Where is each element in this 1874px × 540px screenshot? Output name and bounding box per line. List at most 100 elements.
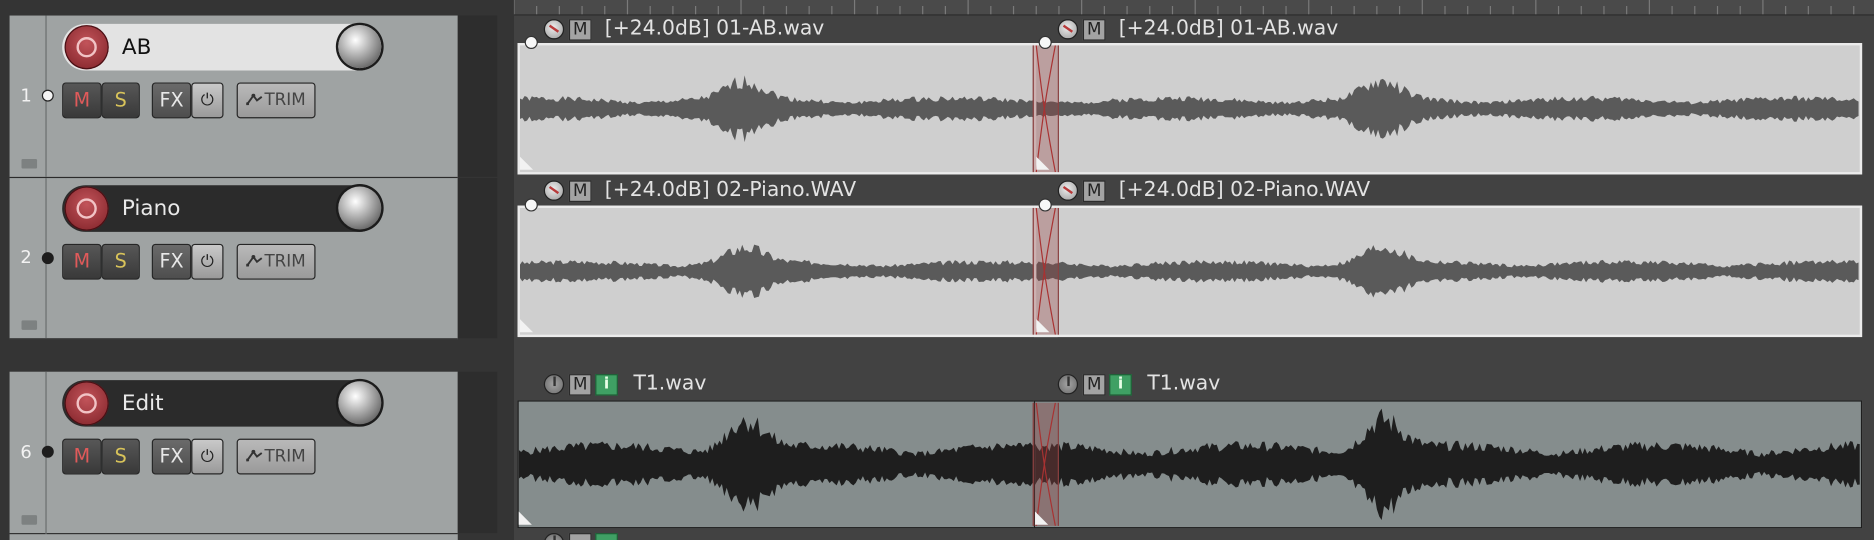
crossfade-region[interactable]	[1032, 207, 1059, 335]
solo-button[interactable]: S	[101, 243, 140, 280]
item-info-icon[interactable]: i	[1109, 374, 1132, 396]
waveform	[518, 417, 1057, 512]
item-corner-marker	[519, 156, 534, 170]
item-mute-button[interactable]: M	[1082, 180, 1106, 202]
item-corner-marker	[519, 319, 534, 333]
fx-button[interactable]: FX	[151, 82, 192, 119]
envelope-icon	[246, 93, 263, 106]
track-name-bar[interactable]: Edit	[62, 380, 383, 427]
record-arm-icon[interactable]	[64, 25, 109, 70]
envelope-icon	[246, 255, 263, 267]
mute-button[interactable]: M	[62, 243, 102, 280]
crossfade-curves	[1035, 45, 1056, 173]
fx-button[interactable]: FX	[151, 438, 192, 475]
folder-icon[interactable]	[21, 320, 38, 330]
timeline-ruler[interactable]	[513, 0, 1874, 16]
crossfade-region[interactable]	[1032, 402, 1059, 526]
waveform	[519, 244, 1056, 298]
media-item-ab-right[interactable]	[1033, 43, 1863, 175]
fx-bypass-button[interactable]: ⏻	[191, 438, 224, 475]
waveform-shape	[519, 244, 1056, 298]
folder-icon[interactable]	[21, 158, 38, 169]
track-number: 2	[20, 246, 32, 268]
item-label: [+24.0dB] 01-AB.wav	[604, 16, 825, 41]
mute-button[interactable]: M	[62, 438, 102, 475]
media-item-ab-left[interactable]	[517, 43, 1058, 175]
power-icon: ⏻	[200, 90, 214, 110]
trim-envelope-button[interactable]: TRIM	[236, 438, 316, 475]
media-item-piano-right[interactable]	[1033, 205, 1863, 338]
waveform	[519, 75, 1056, 143]
media-item-piano-left[interactable]	[517, 205, 1058, 338]
track-name[interactable]: AB	[122, 35, 151, 60]
crossfade-curve	[1035, 45, 1056, 173]
waveform-shape	[1036, 245, 1859, 298]
trim-envelope-button[interactable]: TRIM	[236, 243, 316, 280]
track-name-bar[interactable]: Piano	[62, 185, 383, 232]
item-mute-button[interactable]: M	[1082, 374, 1106, 396]
envelope-icon	[246, 449, 263, 462]
waveform	[1036, 78, 1859, 139]
solo-button[interactable]: S	[101, 438, 140, 475]
item-label: T1.wav	[1147, 371, 1221, 396]
fx-bypass-button[interactable]: ⏻	[191, 82, 224, 119]
track-panel-spacer	[457, 15, 498, 177]
item-header: M i T1.wav	[543, 371, 1046, 400]
trim-label: TRIM	[264, 90, 306, 110]
waveform-shape	[519, 75, 1056, 143]
crossfade-curves	[1035, 207, 1056, 335]
item-label: T1.wav	[633, 371, 707, 396]
fade-in-handle[interactable]	[1038, 198, 1052, 212]
crossfade-region[interactable]	[1032, 45, 1059, 173]
track-name[interactable]: Edit	[122, 391, 164, 416]
item-volume-knob-icon[interactable]	[543, 374, 565, 395]
media-item-edit-left[interactable]	[517, 400, 1058, 529]
fade-in-handle[interactable]	[524, 35, 538, 50]
track-indicator	[41, 252, 54, 265]
crossfade-curve	[1035, 207, 1056, 335]
volume-knob-icon[interactable]	[338, 25, 382, 69]
item-header: M [+24.0dB] 02-Piano.WAV	[1057, 177, 1560, 206]
item-volume-knob-icon[interactable]	[543, 19, 565, 40]
waveform-shape	[1035, 408, 1860, 521]
folder-icon[interactable]	[21, 515, 38, 525]
fade-in-handle[interactable]	[1038, 35, 1052, 50]
item-label: [+24.0dB] 02-Piano.WAV	[604, 178, 857, 202]
track-panel-spacer	[457, 178, 498, 339]
item-volume-knob-icon[interactable]	[543, 180, 565, 201]
item-mute-button	[568, 533, 592, 540]
fx-button[interactable]: FX	[151, 243, 192, 280]
track-indicator	[41, 445, 54, 458]
item-volume-knob-icon[interactable]	[1057, 180, 1079, 201]
item-header: M i T1.wav	[1057, 371, 1560, 400]
record-arm-icon[interactable]	[64, 381, 109, 426]
trim-envelope-button[interactable]: TRIM	[236, 82, 316, 119]
item-mute-button[interactable]: M	[568, 19, 592, 41]
track-name[interactable]: Piano	[122, 196, 180, 221]
item-header: M [+24.0dB] 02-Piano.WAV	[543, 177, 1046, 206]
item-volume-knob-icon[interactable]	[1057, 19, 1079, 40]
item-header: M [+24.0dB] 01-AB.wav	[1057, 16, 1560, 45]
record-arm-icon[interactable]	[64, 186, 109, 231]
track-number: 6	[20, 441, 32, 463]
solo-button[interactable]: S	[101, 82, 140, 119]
mute-button[interactable]: M	[62, 82, 102, 119]
waveform	[1036, 245, 1859, 298]
item-volume-knob-icon[interactable]	[1057, 374, 1079, 395]
media-item-edit-right[interactable]	[1033, 400, 1863, 529]
fade-in-handle[interactable]	[524, 198, 538, 212]
waveform-shape	[1036, 78, 1859, 139]
track-name-bar[interactable]: AB	[62, 23, 383, 71]
volume-knob-icon[interactable]	[338, 381, 382, 425]
item-corner-marker	[1036, 156, 1050, 170]
item-mute-button[interactable]: M	[1082, 19, 1106, 41]
track-panel-spacer	[457, 371, 498, 534]
item-mute-button[interactable]: M	[568, 374, 592, 396]
fx-bypass-button[interactable]: ⏻	[191, 243, 224, 280]
reaper-window: 1 AB M S FX ⏻ TRIM 2 Piano M S FX ⏻ TRIM…	[0, 0, 1874, 540]
volume-knob-icon[interactable]	[338, 186, 382, 230]
item-corner-marker	[1036, 319, 1050, 333]
item-mute-button[interactable]: M	[568, 180, 592, 202]
item-header: M [+24.0dB] 01-AB.wav	[543, 16, 1046, 45]
item-info-icon[interactable]: i	[595, 374, 618, 396]
